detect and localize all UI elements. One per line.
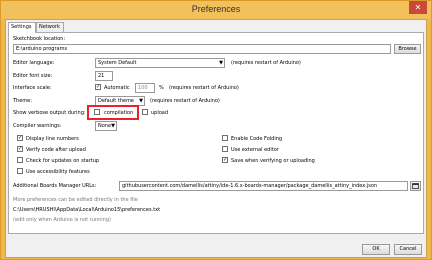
interface-scale-note: (requires restart of Arduino): [169, 85, 239, 91]
automatic-scale-checkbox[interactable]: ✓: [95, 84, 101, 90]
check-updates-label: Check for updates on startup: [26, 158, 100, 164]
interface-scale-label: Interface scale:: [13, 85, 52, 91]
theme-note: (requires restart of Arduino): [150, 98, 220, 104]
external-editor-label: Use external editor: [231, 147, 279, 153]
verify-after-upload-checkbox[interactable]: ✓: [17, 146, 23, 152]
chevron-down-icon: ▼: [139, 98, 143, 104]
open-urls-list-button[interactable]: [410, 181, 421, 191]
theme-label: Theme:: [13, 98, 32, 104]
window-icon: [412, 183, 419, 189]
settings-panel: Sketchbook location: E:\arduino programs…: [8, 32, 424, 234]
compiler-warnings-value: None: [98, 123, 112, 129]
save-when-verifying-checkbox[interactable]: ✓: [222, 157, 228, 163]
sketchbook-label: Sketchbook location:: [13, 36, 66, 42]
accessibility-label: Use accessibility features: [26, 169, 90, 175]
scale-percent-input[interactable]: 100: [135, 83, 155, 93]
more-preferences-note: More preferences can be edited directly …: [13, 197, 138, 203]
editor-language-label: Editor language:: [13, 60, 55, 66]
chevron-down-icon: ▼: [111, 123, 115, 129]
compilation-label: compilation: [104, 110, 134, 116]
chevron-down-icon: ▼: [219, 60, 223, 66]
save-when-verifying-label: Save when verifying or uploading: [231, 158, 315, 164]
editor-language-select[interactable]: System Default ▼: [95, 58, 225, 68]
tab-settings[interactable]: Settings: [8, 22, 36, 33]
code-folding-label: Enable Code Folding: [231, 136, 283, 142]
boards-manager-urls-input[interactable]: githubusercontent.com/damellis/attiny/id…: [119, 181, 408, 191]
verbose-compilation-checkbox[interactable]: [94, 109, 100, 115]
display-line-numbers-checkbox[interactable]: ✓: [17, 135, 23, 141]
ok-button[interactable]: OK: [362, 244, 390, 255]
cancel-button[interactable]: Cancel: [394, 244, 422, 255]
verify-after-upload-label: Verify code after upload: [26, 147, 86, 153]
preferences-file-path: C:\Users\HRUSHI\AppData\Local\Arduino15\…: [13, 207, 161, 213]
percent-sign: %: [159, 85, 164, 91]
code-folding-checkbox[interactable]: [222, 135, 228, 141]
editor-language-note: (requires restart of Arduino): [231, 60, 301, 66]
verbose-upload-checkbox[interactable]: [142, 109, 148, 115]
close-button[interactable]: ✕: [409, 1, 427, 14]
upload-label: upload: [151, 110, 169, 116]
tab-network[interactable]: Network: [36, 22, 64, 32]
theme-value: Default theme: [98, 98, 135, 104]
compiler-warnings-label: Compiler warnings:: [13, 123, 62, 129]
external-editor-checkbox[interactable]: [222, 146, 228, 152]
font-size-label: Editor font size:: [13, 73, 53, 79]
verbose-output-label: Show verbose output during:: [13, 110, 86, 116]
font-size-input[interactable]: 21: [95, 71, 113, 81]
automatic-scale-label: Automatic: [104, 85, 130, 91]
boards-manager-label: Additional Boards Manager URLs:: [13, 183, 97, 189]
browse-button[interactable]: Browse: [394, 44, 421, 54]
accessibility-checkbox[interactable]: [17, 168, 23, 174]
window-title: Preferences: [191, 4, 241, 14]
title-bar[interactable]: Preferences ✕: [1, 1, 431, 19]
editor-language-value: System Default: [98, 60, 137, 66]
display-line-numbers-label: Display line numbers: [26, 136, 79, 142]
compiler-warnings-select[interactable]: None ▼: [95, 121, 117, 131]
check-updates-checkbox[interactable]: [17, 157, 23, 163]
edit-when-closed-note: (edit only when Arduino is not running): [13, 217, 111, 223]
preferences-window: Preferences ✕ Settings Network Sketchboo…: [0, 0, 432, 260]
client-area: Settings Network Sketchbook location: E:…: [5, 19, 427, 258]
sketchbook-location-input[interactable]: E:\arduino programs: [13, 44, 391, 54]
